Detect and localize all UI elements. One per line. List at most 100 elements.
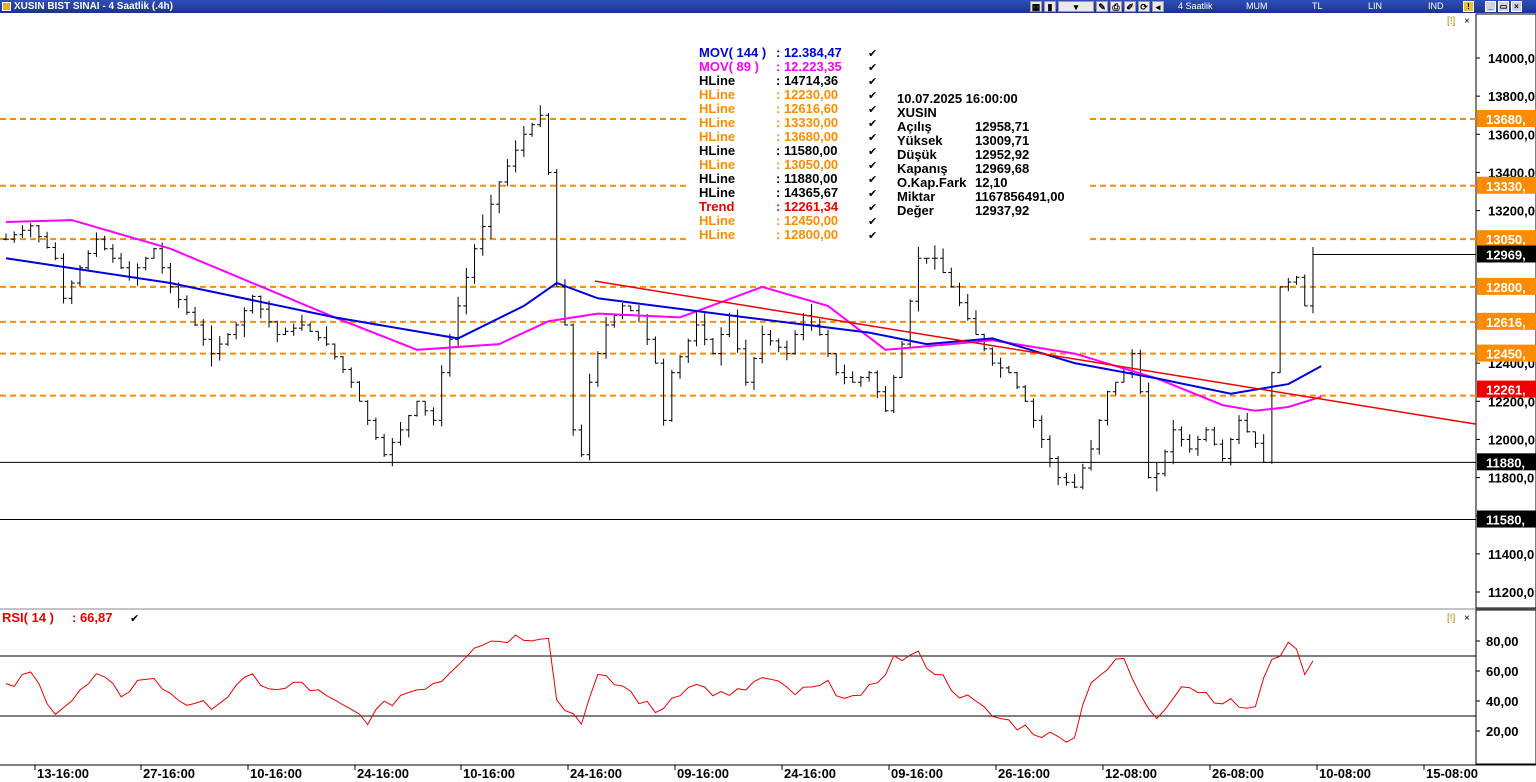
info-label-1: Yüksek — [897, 133, 943, 148]
price-tick-label: 11400,0 — [1488, 547, 1534, 562]
window-pin-icon[interactable]: ! — [1463, 1, 1474, 12]
legend-value-8: : 13050,00 — [776, 157, 838, 172]
info-value-0: 12958,71 — [975, 119, 1029, 134]
toolbar-item-lin[interactable]: LIN — [1368, 0, 1382, 13]
rsi-control-icon: [!] — [1447, 613, 1456, 624]
toolbar-refresh-icon[interactable]: ⟳ — [1138, 1, 1150, 12]
price-tick-label: 14000,0 — [1488, 51, 1535, 66]
info-value-3: 12969,68 — [975, 161, 1029, 176]
legend-name-0: MOV( 144 ) — [699, 45, 766, 60]
legend-value-10: : 14365,67 — [776, 185, 838, 200]
legend-check-icon: ✔ — [868, 132, 877, 144]
window-title: XUSIN BIST SINAI - 4 Saatlik (.4h) — [14, 1, 173, 12]
legend-value-7: : 11580,00 — [776, 143, 837, 158]
legend-check-icon: ✔ — [868, 216, 877, 228]
info-value-1: 13009,71 — [975, 133, 1029, 148]
x-tick-label: 26-08:00 — [1212, 766, 1264, 781]
info-symbol: XUSIN — [897, 105, 937, 120]
price-tick-label: 13600,0 — [1488, 127, 1535, 142]
last-price-label: 12969, — [1486, 247, 1526, 262]
window-menu-icon[interactable] — [2, 2, 11, 11]
info-value-6: 12937,92 — [975, 203, 1029, 218]
legend-value-4: : 12616,60 — [776, 101, 838, 116]
window-close-icon[interactable]: × — [1511, 1, 1522, 12]
x-tick-label: 12-08:00 — [1105, 766, 1157, 781]
x-tick-label: 24-16:00 — [570, 766, 622, 781]
hline-tag-label-4: 12616, — [1486, 315, 1526, 330]
toolbar-dropdown[interactable]: ▾ — [1058, 1, 1094, 12]
info-label-2: Düşük — [897, 147, 938, 162]
hline-tag-label-3: 12800, — [1486, 280, 1526, 295]
legend-check-icon: ✔ — [868, 104, 877, 116]
legend-check-icon: ✔ — [868, 230, 877, 242]
toolbar-candle-icon[interactable]: ▮ — [1044, 1, 1056, 12]
price-tick-label: 11200,0 — [1488, 585, 1534, 600]
legend-name-7: HLine — [699, 143, 735, 158]
legend-name-12: HLine — [699, 213, 735, 228]
info-label-0: Açılış — [897, 119, 932, 134]
window-titlebar: XUSIN BIST SINAI - 4 Saatlik (.4h) ▦ ▮ ▾… — [0, 0, 1536, 13]
rsi-tick-label: 20,00 — [1486, 724, 1519, 739]
rsi-tick-label: 60,00 — [1486, 664, 1519, 679]
info-value-4: 12,10 — [975, 175, 1008, 190]
legend-check-icon: ✔ — [868, 118, 877, 130]
price-chart[interactable]: 14000,013800,013600,013400,013200,012400… — [0, 13, 1536, 782]
x-tick-label: 10-08:00 — [1319, 766, 1371, 781]
panel-close-icon: × — [1464, 16, 1470, 27]
legend-value-3: : 12230,00 — [776, 87, 838, 102]
rsi-label: RSI( 14 ) — [2, 610, 54, 625]
legend-name-9: HLine — [699, 171, 735, 186]
legend-name-5: HLine — [699, 115, 735, 130]
rsi-close-icon: × — [1464, 613, 1470, 624]
legend-value-1: : 12.223,35 — [776, 59, 842, 74]
x-tick-label: 10-16:00 — [250, 766, 302, 781]
info-label-4: O.Kap.Fark — [897, 175, 967, 190]
x-tick-label: 15-08:00 — [1426, 766, 1478, 781]
x-tick-label: 24-16:00 — [357, 766, 409, 781]
hline-tag-label-5: 12450, — [1486, 347, 1526, 362]
x-tick-label: 09-16:00 — [891, 766, 943, 781]
rsi-value: : 66,87 — [72, 610, 112, 625]
legend-value-12: : 12450,00 — [776, 213, 838, 228]
price-tick-label: 13200,0 — [1488, 204, 1535, 219]
hline-tag-label-1: 13330, — [1486, 179, 1526, 194]
legend-check-icon: ✔ — [868, 160, 877, 172]
info-datetime: 10.07.2025 16:00:00 — [897, 91, 1018, 106]
window-restore-icon[interactable]: ▭ — [1498, 1, 1509, 12]
legend-value-5: : 13330,00 — [776, 115, 838, 130]
x-axis: 13-16:00 27-16:00 10-16:00 24-16:00 10-16:00… — [0, 764, 1536, 781]
info-label-5: Miktar — [897, 189, 935, 204]
window-minimize-icon[interactable]: _ — [1485, 1, 1496, 12]
legend-value-13: : 12800,00 — [776, 227, 838, 242]
price-tick-label: 11800,0 — [1488, 471, 1534, 486]
toolbar-pencil-icon[interactable]: ✐ — [1124, 1, 1136, 12]
legend-value-9: : 11880,00 — [776, 171, 837, 186]
rsi-line — [5, 634, 1314, 743]
price-tick-label: 13800,0 — [1488, 89, 1535, 104]
x-tick-label: 24-16:00 — [784, 766, 836, 781]
toolbar-period[interactable]: 4 Saatlik — [1178, 0, 1213, 13]
price-tick-label: 12000,0 — [1488, 432, 1535, 447]
legend-value-0: : 12.384,47 — [776, 45, 842, 60]
hline-tag-label-0: 13680, — [1486, 112, 1526, 127]
legend-value-11: : 12261,34 — [776, 199, 839, 214]
x-tick-label: 10-16:00 — [463, 766, 515, 781]
info-label-6: Değer — [897, 203, 934, 218]
legend-name-4: HLine — [699, 101, 735, 116]
info-value-5: 1167856491,00 — [975, 189, 1065, 204]
legend-check-icon: ✔ — [868, 202, 877, 214]
info-value-2: 12952,92 — [975, 147, 1029, 162]
toolbar-item-mum[interactable]: MUM — [1246, 0, 1268, 13]
toolbar-print-icon[interactable]: ⎙ — [1110, 1, 1122, 12]
legend-name-8: HLine — [699, 157, 735, 172]
toolbar-tool-icon[interactable]: ▦ — [1030, 1, 1042, 12]
info-label-3: Kapanış — [897, 161, 948, 176]
toolbar-draw-icon[interactable]: ✎ — [1096, 1, 1108, 12]
legend-check-icon: ✔ — [868, 188, 877, 200]
toolbar-back-icon[interactable]: ◂ — [1152, 1, 1164, 12]
legend-name-6: HLine — [699, 129, 735, 144]
x-tick-label: 26-16:00 — [998, 766, 1050, 781]
legend-check-icon: ✔ — [868, 146, 877, 158]
toolbar-item-ind[interactable]: IND — [1428, 0, 1444, 13]
toolbar-item-tl[interactable]: TL — [1312, 0, 1323, 13]
